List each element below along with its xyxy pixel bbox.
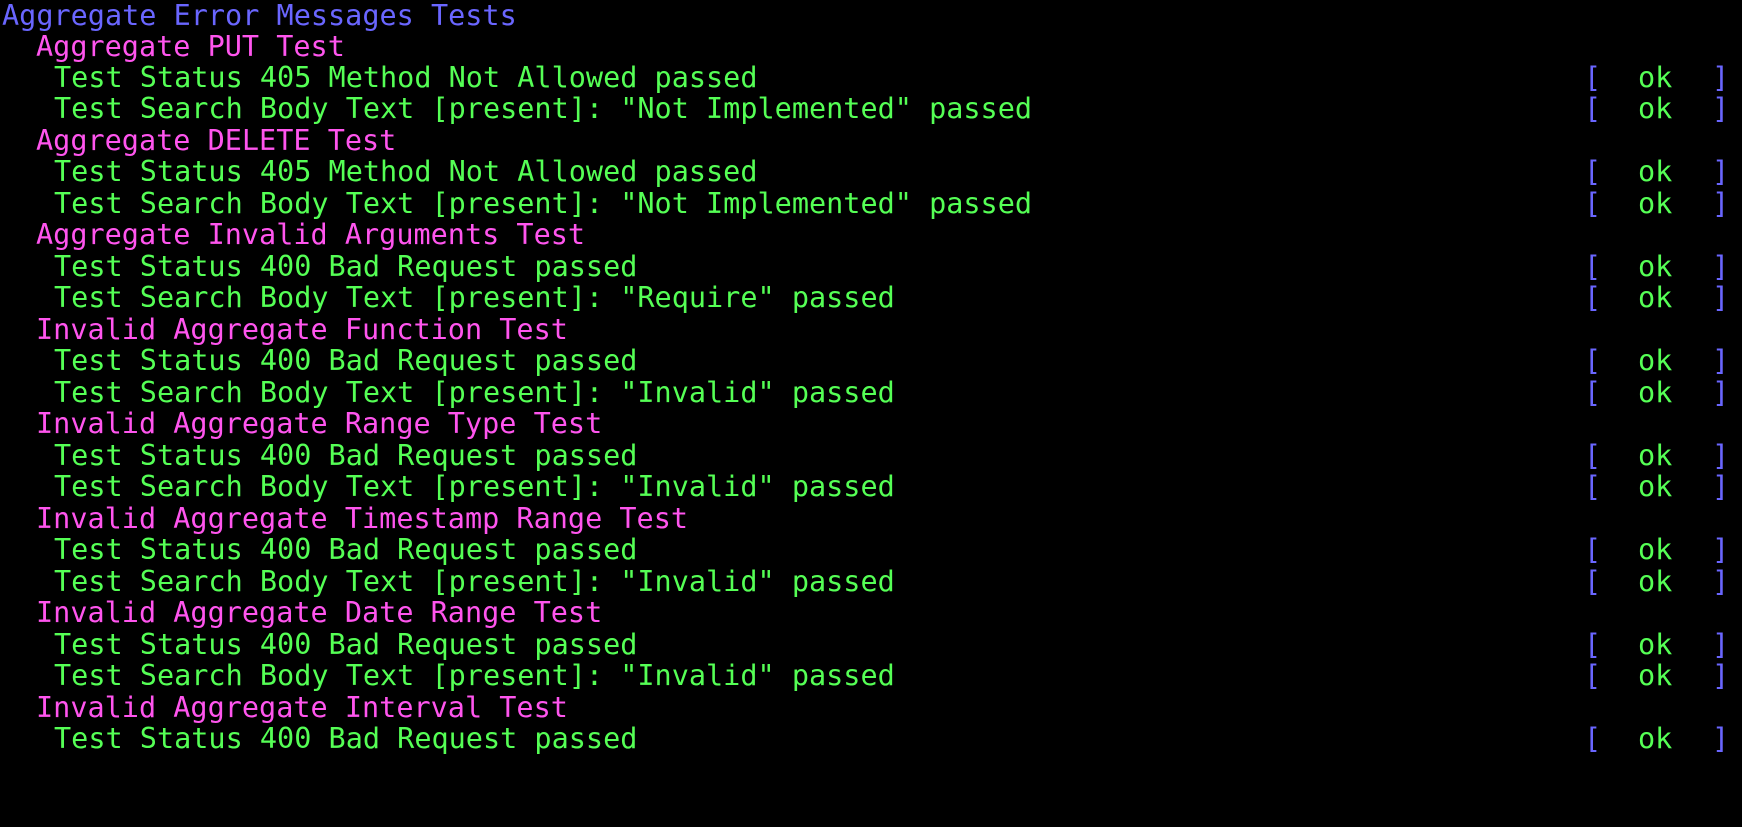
status-bracket-open: [ [1584,344,1602,377]
status-ok-label: ok [1638,565,1673,598]
test-result-text: Test Status 400 Bad Request passed [54,533,638,566]
terminal-output: Aggregate Error Messages Tests Aggregate… [0,0,1742,827]
test-result-text: Test Status 400 Bad Request passed [54,628,638,661]
status-bracket-open: [ [1584,61,1602,94]
test-result-text: Test Search Body Text [present]: "Invali… [54,470,895,503]
test-result-text: Test Search Body Text [present]: "Not Im… [54,92,1033,125]
status-ok-label: ok [1638,281,1673,314]
status-bracket-open: [ [1584,722,1602,755]
status-ok-indicator: [ ok ] [1584,91,1734,126]
test-result-text: Test Status 400 Bad Request passed [54,344,638,377]
status-bracket-open: [ [1584,628,1602,661]
status-ok-label: ok [1638,92,1673,125]
status-bracket-close: ] [1712,250,1730,283]
status-ok-indicator: [ ok ] [1584,375,1734,410]
status-bracket-open: [ [1584,281,1602,314]
status-ok-label: ok [1638,187,1673,220]
status-ok-label: ok [1638,628,1673,661]
test-group-title: Invalid Aggregate Interval Test [36,691,568,724]
status-ok-label: ok [1638,344,1673,377]
status-bracket-close: ] [1712,565,1730,598]
test-group-title: Aggregate Invalid Arguments Test [36,218,586,251]
status-bracket-open: [ [1584,565,1602,598]
status-ok-label: ok [1638,533,1673,566]
test-group-title: Aggregate PUT Test [36,30,345,63]
test-result-text: Test Status 400 Bad Request passed [54,439,638,472]
status-ok-label: ok [1638,659,1673,692]
status-bracket-close: ] [1712,376,1730,409]
status-ok-label: ok [1638,439,1673,472]
status-bracket-close: ] [1712,628,1730,661]
status-bracket-open: [ [1584,470,1602,503]
status-ok-indicator: [ ok ] [1584,280,1734,315]
test-result-text: Test Status 400 Bad Request passed [54,250,638,283]
status-ok-indicator: [ ok ] [1584,627,1734,662]
status-bracket-close: ] [1712,92,1730,125]
status-bracket-close: ] [1712,439,1730,472]
test-result-text: Test Search Body Text [present]: "Invali… [54,659,895,692]
status-ok-indicator: [ ok ] [1584,721,1734,756]
status-bracket-open: [ [1584,659,1602,692]
status-bracket-open: [ [1584,376,1602,409]
status-ok-label: ok [1638,470,1673,503]
test-result-text: Test Status 405 Method Not Allowed passe… [54,155,758,188]
status-bracket-close: ] [1712,61,1730,94]
status-ok-indicator: [ ok ] [1584,564,1734,599]
status-bracket-close: ] [1712,187,1730,220]
test-result-text: Test Search Body Text [present]: "Invali… [54,565,895,598]
status-ok-indicator: [ ok ] [1584,186,1734,221]
test-group-title: Invalid Aggregate Timestamp Range Test [36,502,689,535]
status-ok-label: ok [1638,61,1673,94]
status-bracket-close: ] [1712,281,1730,314]
status-ok-indicator: [ ok ] [1584,343,1734,378]
status-ok-indicator: [ ok ] [1584,532,1734,567]
test-result-text: Test Search Body Text [present]: "Invali… [54,376,895,409]
status-ok-indicator: [ ok ] [1584,438,1734,473]
test-group-title: Aggregate DELETE Test [36,124,397,157]
test-group-title: Invalid Aggregate Date Range Test [36,596,603,629]
status-ok-label: ok [1638,250,1673,283]
test-result-text: Test Status 400 Bad Request passed [54,722,638,755]
test-result-text: Test Search Body Text [present]: "Not Im… [54,187,1033,220]
status-bracket-close: ] [1712,533,1730,566]
status-bracket-open: [ [1584,155,1602,188]
test-group-title: Invalid Aggregate Range Type Test [36,407,603,440]
status-bracket-close: ] [1712,470,1730,503]
status-bracket-close: ] [1712,155,1730,188]
status-ok-indicator: [ ok ] [1584,469,1734,504]
status-bracket-close: ] [1712,722,1730,755]
status-ok-label: ok [1638,722,1673,755]
test-group-title: Invalid Aggregate Function Test [36,313,568,346]
status-ok-indicator: [ ok ] [1584,60,1734,95]
status-bracket-close: ] [1712,344,1730,377]
test-result-text: Test Status 405 Method Not Allowed passe… [54,61,758,94]
status-bracket-open: [ [1584,439,1602,472]
status-bracket-close: ] [1712,659,1730,692]
status-bracket-open: [ [1584,187,1602,220]
status-bracket-open: [ [1584,533,1602,566]
status-ok-indicator: [ ok ] [1584,249,1734,284]
status-bracket-open: [ [1584,250,1602,283]
status-ok-label: ok [1638,155,1673,188]
status-bracket-open: [ [1584,92,1602,125]
status-ok-indicator: [ ok ] [1584,658,1734,693]
status-ok-label: ok [1638,376,1673,409]
status-ok-indicator: [ ok ] [1584,154,1734,189]
test-result-text: Test Search Body Text [present]: "Requir… [54,281,895,314]
